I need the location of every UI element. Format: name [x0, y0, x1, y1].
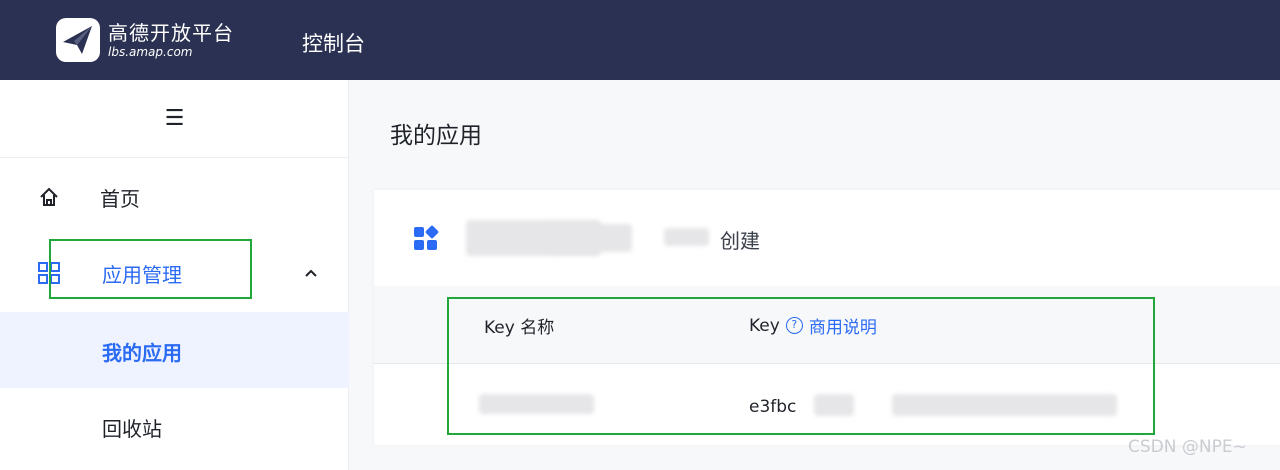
sidebar-item-label: 我的应用	[102, 341, 182, 365]
sidebar-item-label: 首页	[100, 186, 140, 211]
hamburger-icon: ☰	[164, 106, 185, 131]
logo-subtitle: lbs.amap.com	[108, 45, 193, 59]
home-icon	[40, 187, 58, 206]
sidebar-item-my-apps[interactable]: 我的应用	[0, 312, 349, 388]
created-label: 创建	[720, 229, 760, 253]
sidebar-item-recycle-bin[interactable]: 回收站	[0, 400, 349, 454]
chevron-up-icon[interactable]	[304, 268, 318, 278]
sidebar-item-label: 回收站	[102, 417, 162, 441]
top-bar: 高德开放平台 lbs.amap.com 控制台	[0, 0, 1280, 80]
redacted-app-type	[664, 228, 709, 246]
logo-title: 高德开放平台	[108, 21, 234, 45]
menu-toggle-button[interactable]: ☰	[0, 80, 349, 158]
page-title: 我的应用	[390, 123, 482, 149]
watermark: CSDN @NPE~	[1128, 437, 1247, 457]
redacted-app-name	[552, 224, 632, 252]
logo[interactable]: 高德开放平台 lbs.amap.com	[54, 16, 234, 64]
logo-text: 高德开放平台 lbs.amap.com	[108, 21, 234, 59]
app-card-header: 创建	[374, 190, 1280, 286]
app-icon	[414, 225, 439, 250]
sidebar-item-home[interactable]: 首页	[0, 170, 349, 224]
console-title[interactable]: 控制台	[302, 28, 365, 58]
highlight-box-my-apps	[49, 239, 252, 299]
highlight-box-key-table	[447, 297, 1155, 435]
amap-logo-icon	[56, 18, 100, 62]
